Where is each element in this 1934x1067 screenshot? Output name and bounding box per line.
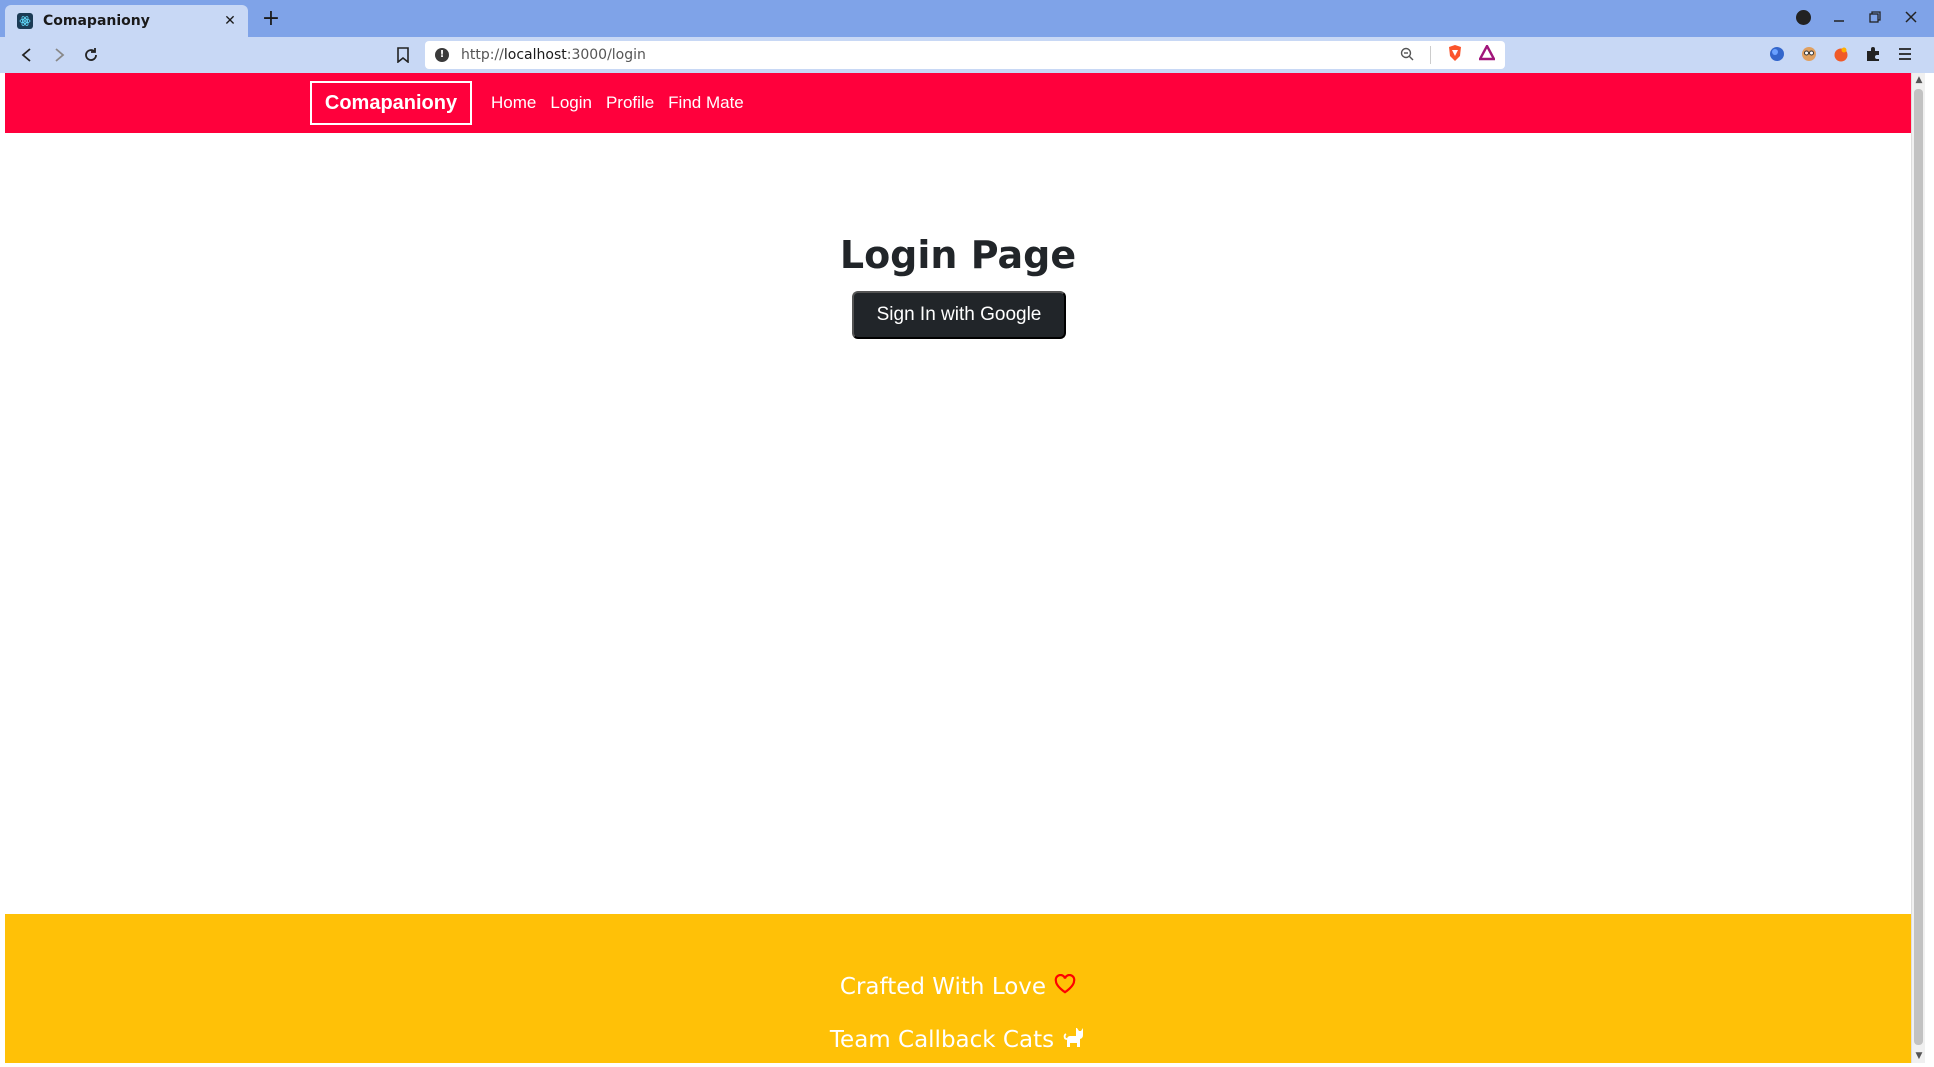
browser-toolbar: ! http://localhost:3000/login bbox=[0, 37, 1934, 73]
url-host: localhost bbox=[503, 47, 567, 63]
footer-crafted-line: Crafted With Love bbox=[5, 973, 1911, 1000]
forward-icon[interactable] bbox=[48, 44, 70, 66]
nav-link-home[interactable]: Home bbox=[491, 93, 536, 113]
scroll-down-icon[interactable]: ▼ bbox=[1912, 1049, 1926, 1063]
bookmark-icon[interactable] bbox=[392, 44, 414, 66]
restore-icon[interactable] bbox=[1866, 8, 1884, 26]
url-text[interactable]: http://localhost:3000/login bbox=[461, 47, 1400, 63]
extension-blue-icon[interactable] bbox=[1768, 45, 1786, 63]
downloads-icon[interactable] bbox=[1794, 8, 1812, 26]
cat-icon bbox=[1062, 1025, 1086, 1055]
react-favicon-icon bbox=[17, 13, 33, 29]
url-scheme: http:// bbox=[461, 47, 504, 63]
extension-cookie-icon[interactable] bbox=[1832, 45, 1850, 63]
zoom-icon[interactable] bbox=[1400, 46, 1414, 65]
site-navbar: Comapaniony Home Login Profile Find Mate bbox=[5, 73, 1911, 133]
site-footer: Crafted With Love Team Callback Cats bbox=[5, 914, 1911, 1063]
brave-rewards-icon[interactable] bbox=[1477, 43, 1497, 65]
page-viewport: Comapaniony Home Login Profile Find Mate… bbox=[5, 73, 1911, 1063]
close-window-icon[interactable] bbox=[1902, 8, 1920, 26]
site-info-icon[interactable]: ! bbox=[435, 48, 449, 62]
browser-tab[interactable]: Comapaniony ✕ bbox=[5, 5, 248, 37]
address-bar-actions bbox=[1400, 43, 1497, 66]
window-controls bbox=[1794, 8, 1920, 26]
minimize-icon[interactable] bbox=[1830, 8, 1848, 26]
footer-team-text: Team Callback Cats bbox=[829, 1027, 1055, 1053]
extension-icons bbox=[1768, 45, 1914, 63]
heart-icon bbox=[1054, 973, 1076, 1000]
scroll-up-icon[interactable]: ▲ bbox=[1912, 73, 1926, 87]
tab-close-icon[interactable]: ✕ bbox=[222, 13, 238, 29]
extensions-puzzle-icon[interactable] bbox=[1864, 45, 1882, 63]
footer-crafted-text: Crafted With Love bbox=[839, 974, 1047, 1000]
browser-tab-bar: Comapaniony ✕ + bbox=[0, 0, 1934, 37]
menu-icon[interactable] bbox=[1896, 45, 1914, 63]
nav-links: Home Login Profile Find Mate bbox=[491, 73, 744, 133]
footer-team-line: Team Callback Cats bbox=[5, 1025, 1911, 1055]
reload-icon[interactable] bbox=[80, 44, 102, 66]
nav-link-login[interactable]: Login bbox=[550, 93, 592, 113]
nav-link-find-mate[interactable]: Find Mate bbox=[668, 93, 744, 113]
back-icon[interactable] bbox=[16, 44, 38, 66]
nav-link-profile[interactable]: Profile bbox=[606, 93, 654, 113]
brand-link[interactable]: Comapaniony bbox=[310, 81, 472, 125]
brave-shield-icon[interactable] bbox=[1447, 44, 1463, 66]
separator bbox=[1430, 46, 1431, 64]
page-scrollbar[interactable]: ▲ ▼ bbox=[1911, 73, 1925, 1063]
address-bar[interactable]: ! http://localhost:3000/login bbox=[425, 41, 1505, 69]
scroll-thumb[interactable] bbox=[1914, 89, 1923, 1045]
new-tab-button[interactable]: + bbox=[259, 7, 283, 31]
tab-title: Comapaniony bbox=[43, 13, 150, 29]
url-path: :3000/login bbox=[566, 47, 646, 63]
sign-in-google-button[interactable]: Sign In with Google bbox=[852, 291, 1066, 339]
extension-face-icon[interactable] bbox=[1800, 45, 1818, 63]
page-title: Login Page bbox=[839, 233, 1077, 277]
